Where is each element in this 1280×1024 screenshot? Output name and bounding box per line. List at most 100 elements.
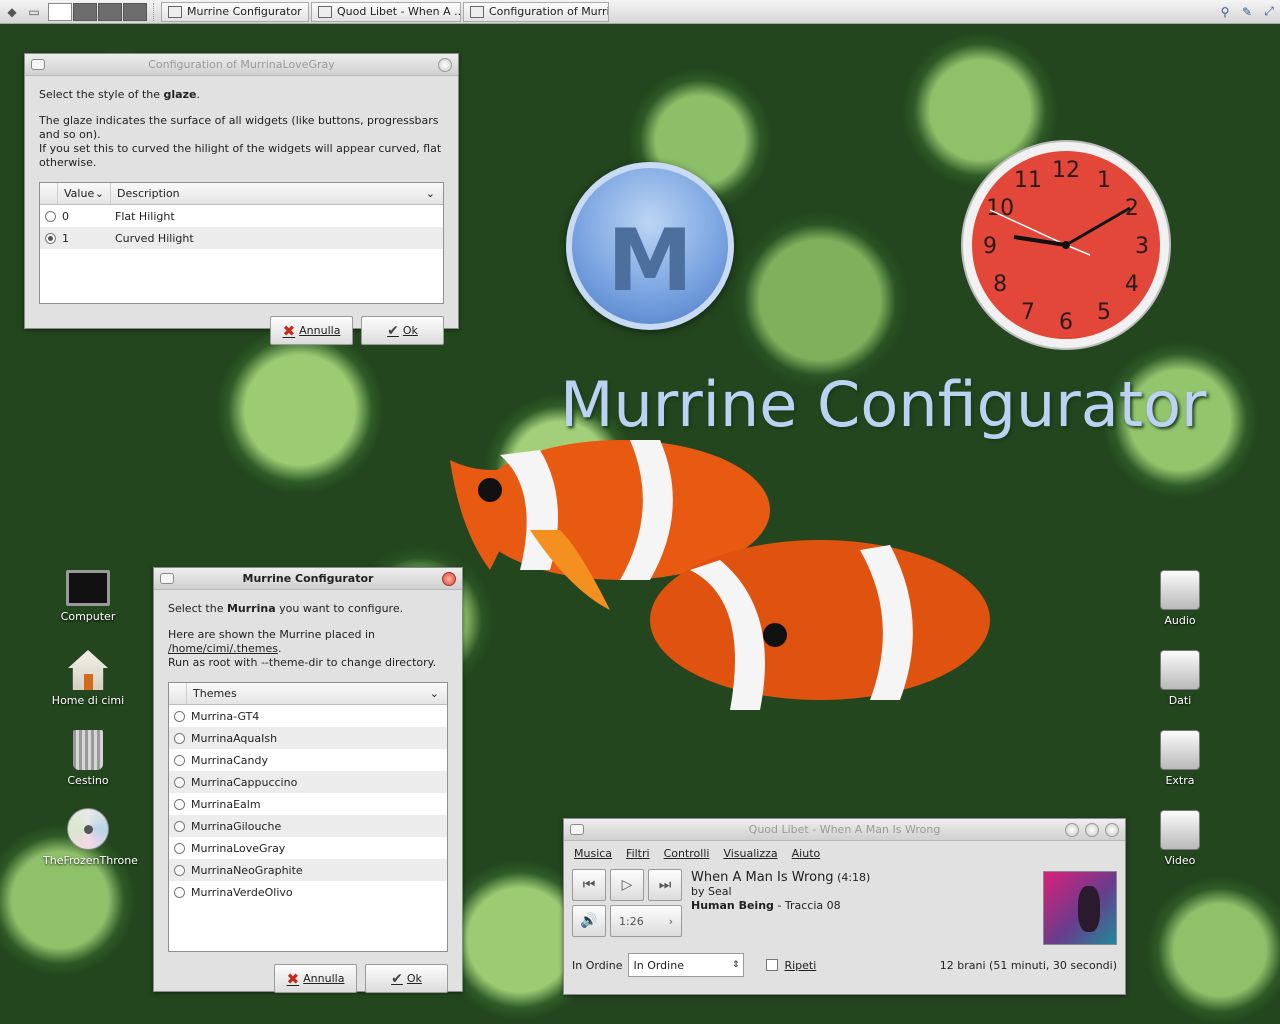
workspace-pager[interactable] xyxy=(48,2,147,21)
configurator-path-info: Here are shown the Murrine placed in /ho… xyxy=(168,628,448,670)
update-icon[interactable]: ✎ xyxy=(1238,3,1256,21)
theme-row[interactable]: MurrinaNeoGraphite xyxy=(169,859,447,881)
taskbar: ◆ ▭ Murrine Configurator Quod Libet - Wh… xyxy=(0,0,1280,24)
workspace-1[interactable] xyxy=(48,2,72,21)
previous-button[interactable]: ⏮ xyxy=(572,869,606,901)
chevron-down-icon: ⌄ xyxy=(94,187,104,200)
row-description: Curved Hilight xyxy=(115,231,194,245)
desktop-icon-trash[interactable]: Cestino xyxy=(43,730,133,787)
glaze-row[interactable]: 1 Curved Hilight xyxy=(40,227,443,249)
order-select[interactable]: In Ordine ⇕ xyxy=(628,953,745,977)
radio-button[interactable] xyxy=(174,886,185,898)
menu-controlli[interactable]: Controlli xyxy=(664,847,710,865)
close-icon[interactable] xyxy=(438,58,452,72)
glaze-config-window: Configuration of MurrinaLoveGray Select … xyxy=(24,53,459,345)
cancel-icon: ✖ xyxy=(282,321,296,340)
themes-path-link[interactable]: /home/cimi/.themes xyxy=(168,642,278,655)
cancel-button[interactable]: ✖ Annulla xyxy=(270,316,353,345)
song-info: When A Man Is Wrong (4:18) by Seal Human… xyxy=(691,871,870,913)
column-value[interactable]: Value ⌄ xyxy=(58,183,111,204)
task-quod-libet[interactable]: Quod Libet - When A ... xyxy=(311,1,461,22)
window-list-icon[interactable]: ⤢ xyxy=(1260,3,1278,21)
workspace-4[interactable] xyxy=(123,2,147,21)
ok-button[interactable]: ✔ Ok xyxy=(361,316,444,345)
menu-visualizza[interactable]: Visualizza xyxy=(723,847,777,865)
next-button[interactable]: ⏭ xyxy=(648,869,682,901)
network-icon[interactable]: ⚲ xyxy=(1216,3,1234,21)
player-menubar: Musica Filtri Controlli Visualizza Aiuto xyxy=(564,841,1125,865)
close-icon[interactable] xyxy=(442,572,456,586)
repeat-checkbox[interactable] xyxy=(766,959,779,971)
clock-number: 4 xyxy=(1125,272,1139,297)
column-themes[interactable]: Themes ⌄ xyxy=(187,683,447,704)
album-cover[interactable] xyxy=(1043,871,1117,945)
radio-button[interactable] xyxy=(174,732,185,744)
theme-row[interactable]: MurrinaGilouche xyxy=(169,815,447,837)
theme-row[interactable]: MurrinaAquaIsh xyxy=(169,727,447,749)
intro-suffix: . xyxy=(196,88,200,101)
window-menu-icon[interactable] xyxy=(570,824,584,835)
song-title: When A Man Is Wrong xyxy=(691,870,834,885)
theme-row[interactable]: MurrinaEalm xyxy=(169,793,447,815)
theme-row[interactable]: MurrinaCandy xyxy=(169,749,447,771)
list-header: Value ⌄ Description ⌄ xyxy=(40,183,443,205)
workspace-3[interactable] xyxy=(98,2,122,21)
menu-musica[interactable]: Musica xyxy=(574,847,612,865)
menu-filtri[interactable]: Filtri xyxy=(626,847,650,865)
theme-row[interactable]: MurrinaLoveGray xyxy=(169,837,447,859)
show-desktop-icon[interactable]: ▭ xyxy=(24,2,44,22)
window-titlebar[interactable]: Quod Libet - When A Man Is Wrong xyxy=(564,819,1125,841)
repeat-label[interactable]: Ripeti xyxy=(784,959,816,972)
radio-button[interactable] xyxy=(174,754,185,766)
drive-icon xyxy=(1160,810,1200,850)
radio-button[interactable] xyxy=(174,864,185,876)
maximize-icon[interactable] xyxy=(1085,823,1099,837)
apple-menu-icon[interactable]: ◆ xyxy=(2,2,22,22)
window-menu-icon[interactable] xyxy=(160,573,174,584)
fish-eye xyxy=(763,623,787,647)
theme-row[interactable]: MurrinaCappuccino xyxy=(169,771,447,793)
glaze-row[interactable]: 0 Flat Hilight xyxy=(40,205,443,227)
task-label: Murrine Configurator xyxy=(187,5,302,18)
theme-row[interactable]: Murrina-GT4 xyxy=(169,705,447,727)
play-button[interactable]: ▷ xyxy=(610,869,644,901)
window-titlebar[interactable]: Murrine Configurator xyxy=(154,568,462,590)
window-titlebar[interactable]: Configuration of MurrinaLoveGray xyxy=(25,54,458,76)
desktop-icon-dati[interactable]: Dati xyxy=(1135,650,1225,707)
radio-button[interactable] xyxy=(174,820,185,832)
theme-name: MurrinaCandy xyxy=(191,753,268,767)
desktop-icon-computer[interactable]: Computer xyxy=(43,570,133,623)
drive-icon xyxy=(1160,650,1200,690)
seek-button[interactable]: 1:26 › xyxy=(610,905,682,937)
glaze-intro: Select the style of the glaze. xyxy=(39,88,444,102)
song-length: (4:18) xyxy=(837,871,871,884)
column-description[interactable]: Description ⌄ xyxy=(111,183,443,204)
minimize-icon[interactable] xyxy=(1065,823,1079,837)
radio-button-selected[interactable] xyxy=(45,232,56,244)
theme-row[interactable]: MurrinaVerdeOlivo xyxy=(169,881,447,903)
desktop-icon-audio[interactable]: Audio xyxy=(1135,570,1225,627)
clock-number: 5 xyxy=(1097,300,1111,325)
row-value: 1 xyxy=(62,231,69,245)
close-icon[interactable] xyxy=(1105,823,1119,837)
radio-button[interactable] xyxy=(174,842,185,854)
desktop-icon-cdrom[interactable]: TheFrozenThrone xyxy=(43,808,138,867)
workspace-2[interactable] xyxy=(73,2,97,21)
cancel-icon: ✖ xyxy=(286,969,300,988)
volume-button[interactable]: 🔊 xyxy=(572,905,606,937)
clock-center xyxy=(1062,241,1070,249)
menu-aiuto[interactable]: Aiuto xyxy=(792,847,821,865)
desktop-icon-video[interactable]: Video xyxy=(1135,810,1225,867)
home-icon xyxy=(68,650,108,690)
cancel-button[interactable]: ✖ Annulla xyxy=(274,964,357,993)
task-configuration[interactable]: Configuration of Murri... xyxy=(463,1,609,22)
radio-button[interactable] xyxy=(174,776,185,788)
radio-button[interactable] xyxy=(174,710,185,722)
ok-button[interactable]: ✔ Ok xyxy=(365,964,448,993)
radio-button[interactable] xyxy=(174,798,185,810)
task-murrine-configurator[interactable]: Murrine Configurator xyxy=(161,1,309,22)
desktop-icon-extra[interactable]: Extra xyxy=(1135,730,1225,787)
radio-button[interactable] xyxy=(45,210,56,222)
window-menu-icon[interactable] xyxy=(31,59,45,70)
desktop-icon-home[interactable]: Home di cimi xyxy=(43,650,133,707)
